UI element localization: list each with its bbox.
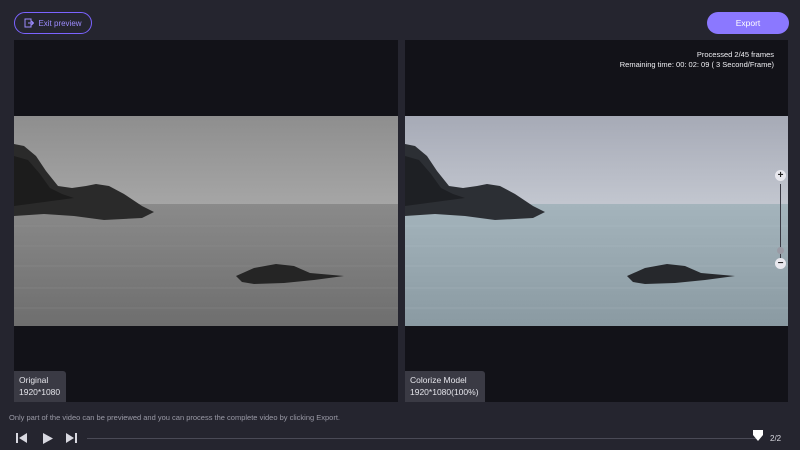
next-frame-icon <box>66 433 77 443</box>
original-info-badge: Original 1920*1080 <box>14 371 67 402</box>
original-video-frame <box>14 116 398 326</box>
zoom-control: + − <box>775 170 787 270</box>
colorized-resolution: 1920*1080(100%) <box>410 387 479 397</box>
exit-preview-label: Exit preview <box>38 18 82 28</box>
playback-controls: 2/2 <box>0 428 800 448</box>
previous-frame-icon <box>16 433 27 443</box>
colorized-video-frame <box>405 116 788 326</box>
colorized-info-badge: Colorize Model 1920*1080(100%) <box>405 371 485 402</box>
frame-counter: 2/2 <box>770 434 782 443</box>
play-button[interactable] <box>40 431 54 445</box>
previous-frame-button[interactable] <box>15 431 29 445</box>
processing-status: Processed 2/45 frames Remaining time: 00… <box>620 50 774 70</box>
preview-notice: Only part of the video can be previewed … <box>9 413 341 422</box>
exit-icon <box>24 18 35 28</box>
original-title: Original <box>19 375 49 385</box>
export-button[interactable]: Export <box>707 12 789 34</box>
zoom-in-icon[interactable]: + <box>775 170 786 181</box>
original-preview-panel: Original 1920*1080 <box>14 40 398 402</box>
next-frame-button[interactable] <box>64 431 78 445</box>
timeline-handle-icon[interactable] <box>753 430 763 442</box>
top-bar: Exit preview Export <box>0 0 800 40</box>
processed-frames-text: Processed 2/45 frames <box>696 50 774 59</box>
exit-preview-button[interactable]: Exit preview <box>14 12 92 34</box>
colorized-title: Colorize Model <box>410 375 467 385</box>
play-icon <box>42 432 53 444</box>
zoom-out-icon[interactable]: − <box>775 258 786 269</box>
original-resolution: 1920*1080 <box>19 387 61 397</box>
colorized-preview-panel: Processed 2/45 frames Remaining time: 00… <box>405 40 788 402</box>
zoom-slider-handle[interactable] <box>777 247 784 254</box>
timeline-track[interactable] <box>87 438 759 439</box>
remaining-time-text: Remaining time: 00: 02: 09 ( 3 Second/Fr… <box>619 60 774 69</box>
